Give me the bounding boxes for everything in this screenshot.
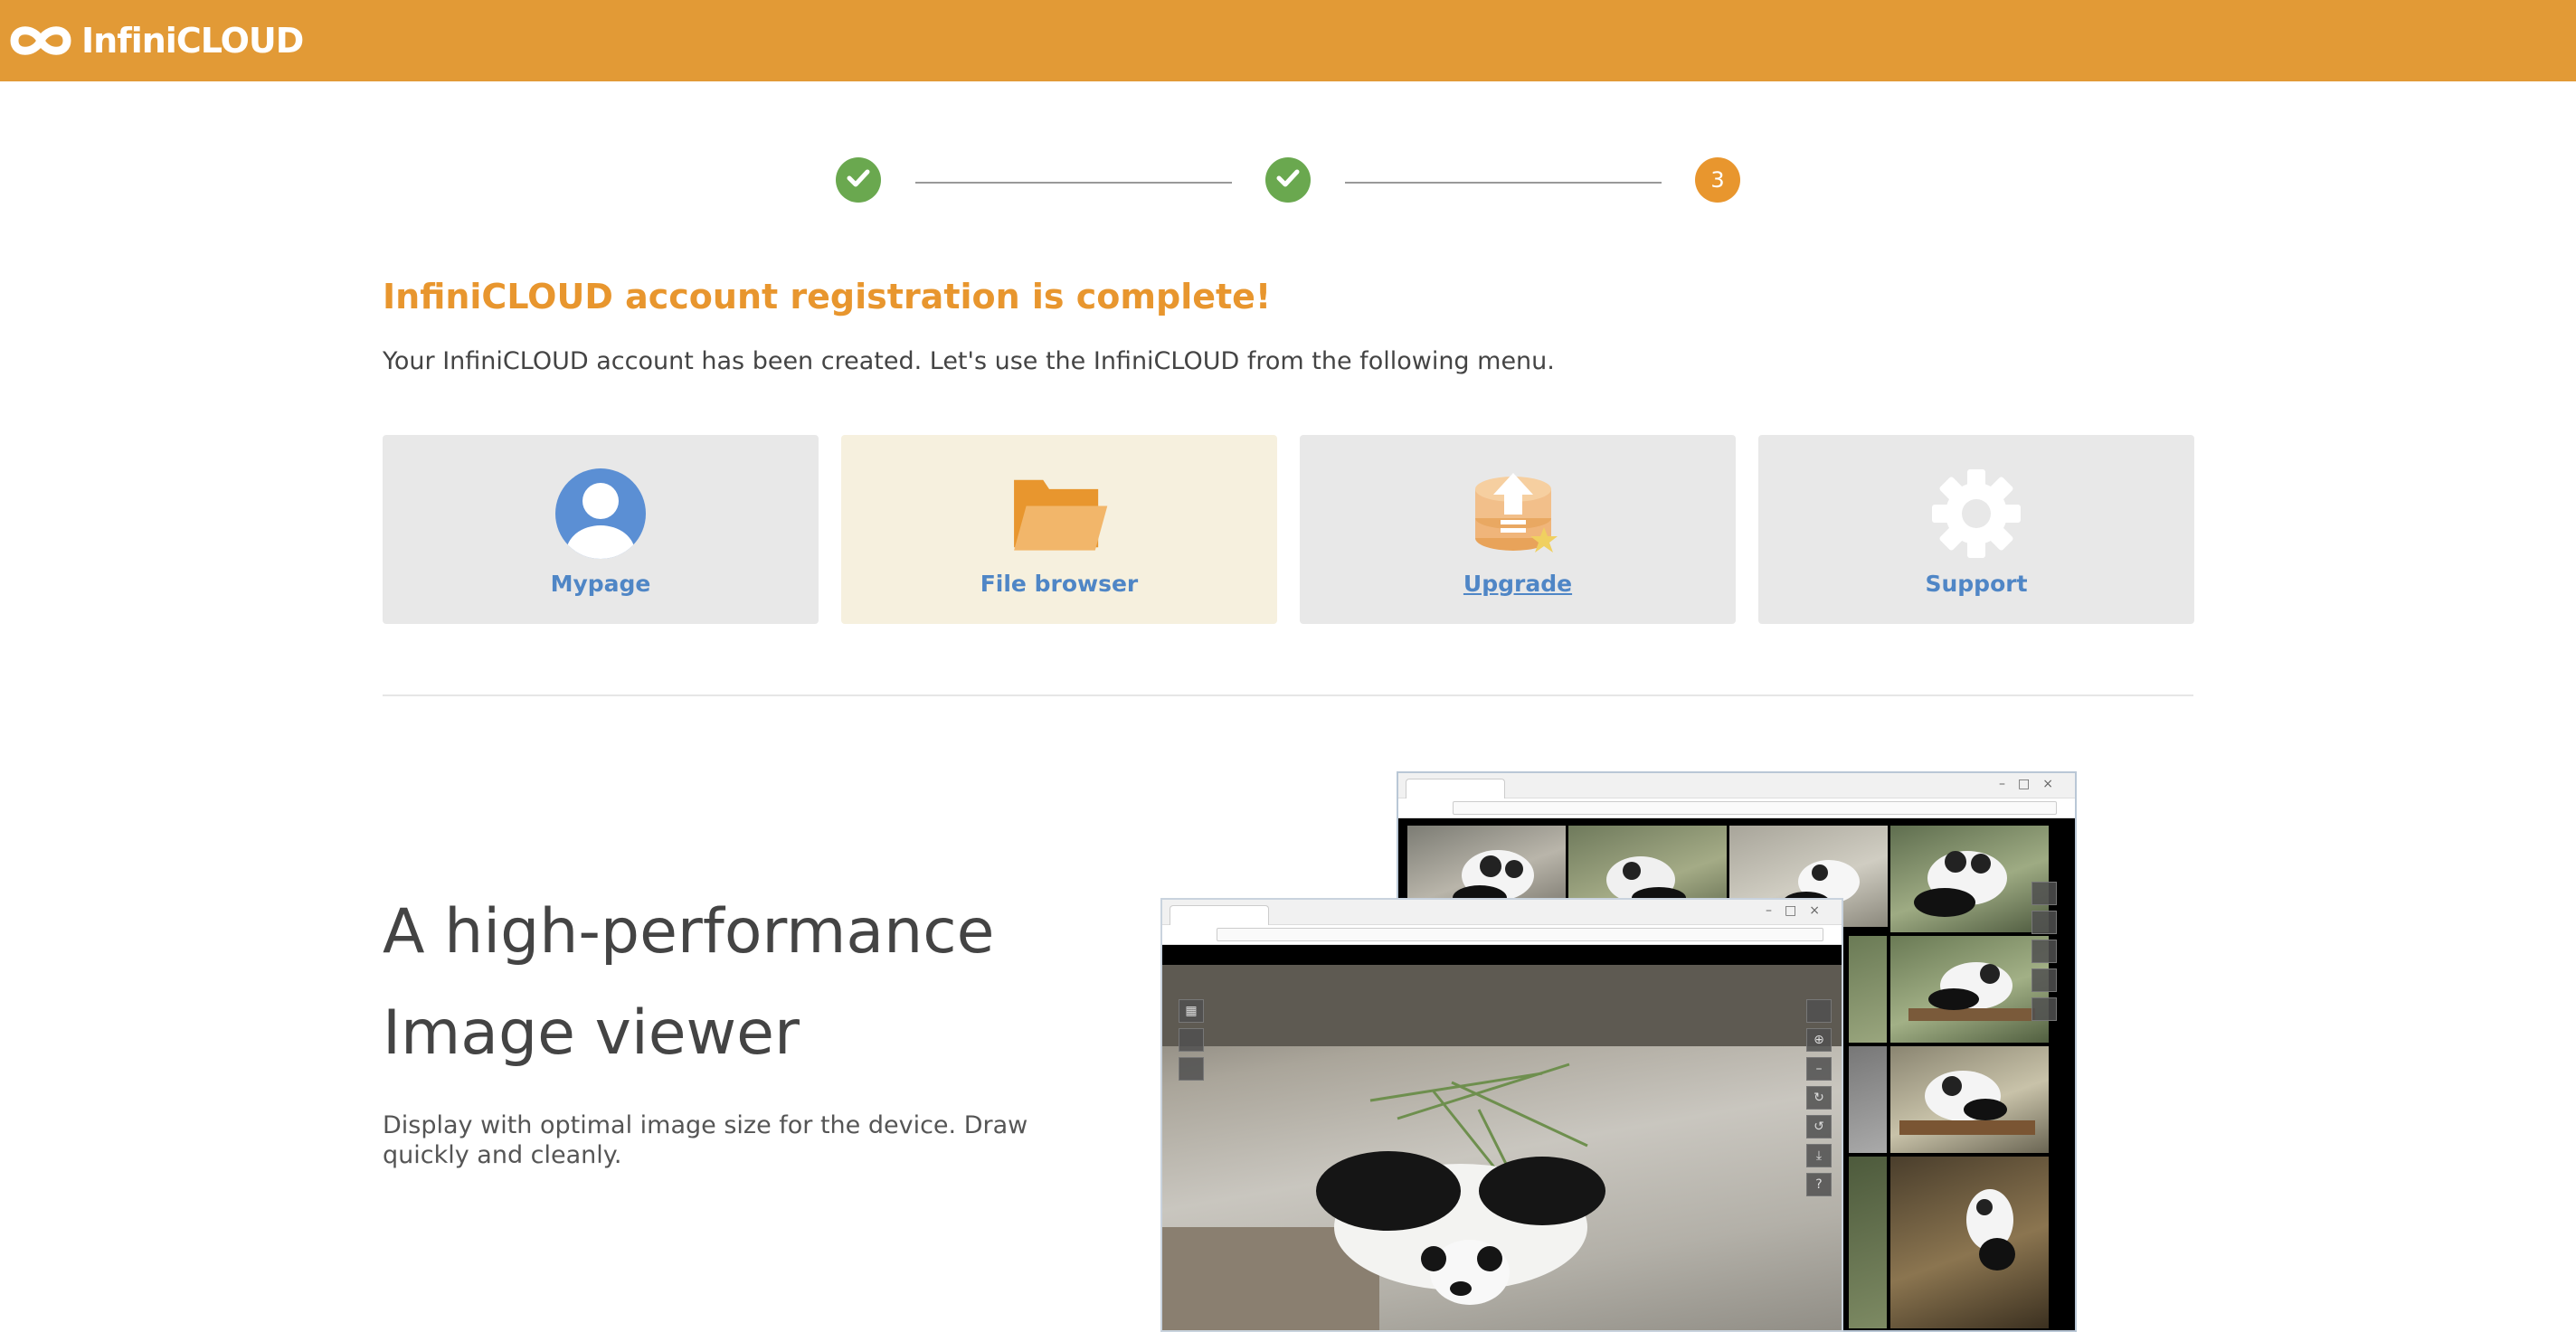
browser-titlebar: –□×: [1162, 900, 1842, 925]
feature-heading-line-1: A high-performance: [383, 896, 995, 968]
window-controls: –□×: [1999, 777, 2066, 791]
file-browser-label: File browser: [980, 571, 1139, 597]
grid-view-icon[interactable]: ▦: [1179, 999, 1204, 1023]
step-number: 3: [1710, 167, 1725, 193]
panda-thumbnail: [1849, 1157, 1887, 1328]
panda-thumbnail: [1890, 1157, 2049, 1328]
toolbar-button[interactable]: [1806, 999, 1832, 1023]
upgrade-icon: [1468, 464, 1567, 563]
rotate-right-icon[interactable]: ↻: [1806, 1086, 1832, 1110]
section-divider: [383, 694, 2193, 696]
address-field: [1453, 801, 2057, 815]
panda-large-photo: [1162, 965, 1842, 1330]
upgrade-card[interactable]: Upgrade: [1300, 435, 1736, 624]
viewer-toolbar: [2031, 882, 2057, 1021]
panda-thumbnail: [1849, 936, 1887, 1043]
intro-text: Your InfiniCLOUD account has been create…: [383, 347, 1555, 375]
panda-thumbnail: [1890, 1046, 2049, 1153]
step-connector-2: [1345, 182, 1662, 184]
thumbnail-toggle-strip: ▦: [1179, 999, 1204, 1081]
browser-address-bar: [1162, 925, 1842, 945]
browser-titlebar: –□×: [1398, 773, 2075, 798]
step-3-current: 3: [1695, 157, 1740, 203]
user-icon: [551, 464, 650, 563]
check-icon: [847, 168, 870, 192]
image-viewer-single-screenshot: –□× ▦ ⊕ – ↻ ↺ ⤓ ?: [1160, 898, 1843, 1332]
mypage-label: Mypage: [550, 571, 651, 597]
panda-thumbnail: [1890, 826, 2049, 932]
feature-heading: A high-performance Image viewer: [383, 882, 994, 1084]
browser-address-bar: [1398, 798, 2075, 818]
toolbar-button[interactable]: [2031, 968, 2057, 992]
registration-stepper: 3: [0, 0, 2576, 235]
viewer-toolbar: ⊕ – ↻ ↺ ⤓ ?: [1806, 999, 1832, 1196]
rotate-left-icon[interactable]: ↺: [1806, 1115, 1832, 1138]
toolbar-button[interactable]: [2031, 940, 2057, 963]
help-icon[interactable]: ?: [1806, 1173, 1832, 1196]
feature-description: Display with optimal image size for the …: [383, 1111, 1028, 1169]
browser-tab: [1170, 905, 1269, 925]
zoom-in-icon[interactable]: ⊕: [1806, 1028, 1832, 1052]
file-browser-card[interactable]: File browser: [841, 435, 1277, 624]
folder-icon: [1009, 464, 1109, 563]
zoom-out-icon[interactable]: –: [1806, 1057, 1832, 1081]
address-field: [1217, 928, 1823, 941]
check-icon: [1276, 168, 1300, 192]
toolbar-button[interactable]: [2031, 911, 2057, 934]
gear-icon: [1927, 464, 2026, 563]
toolbar-button[interactable]: [1179, 1057, 1204, 1081]
support-card[interactable]: Support: [1758, 435, 2194, 624]
mypage-card[interactable]: Mypage: [383, 435, 819, 624]
step-connector-1: [915, 182, 1232, 184]
step-2-complete: [1265, 157, 1311, 203]
page-title: InfiniCLOUD account registration is comp…: [383, 277, 1272, 316]
step-1-complete: [836, 157, 881, 203]
toolbar-button[interactable]: [2031, 997, 2057, 1021]
browser-tab: [1406, 779, 1505, 798]
upgrade-label: Upgrade: [1463, 571, 1573, 597]
download-icon[interactable]: ⤓: [1806, 1144, 1832, 1167]
panda-thumbnail: [1890, 936, 2049, 1043]
feature-heading-line-2: Image viewer: [383, 997, 800, 1069]
support-label: Support: [1925, 571, 2028, 597]
toolbar-button[interactable]: [2031, 882, 2057, 905]
toolbar-button[interactable]: [1179, 1028, 1204, 1052]
panda-thumbnail: [1849, 1046, 1887, 1153]
window-controls: –□×: [1766, 903, 1833, 918]
